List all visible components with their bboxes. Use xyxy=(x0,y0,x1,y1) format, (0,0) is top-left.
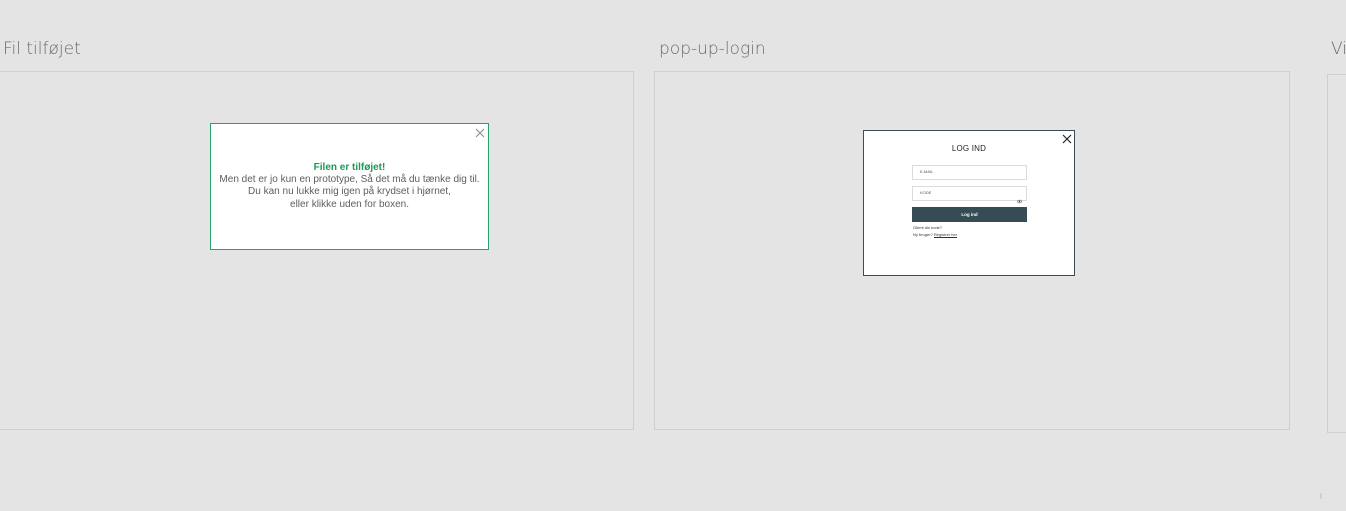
artboard-title-pop-up-login[interactable]: pop-up-login xyxy=(659,39,766,59)
forgot-password-link[interactable]: Glemt din kode? xyxy=(913,225,942,230)
eye-icon[interactable] xyxy=(1017,191,1022,204)
login-popup: LOG IND E-MAIL KODE Log ind Glemt din ko… xyxy=(863,130,1075,276)
popup-text-line: eller klikke uden for boxen. xyxy=(290,199,409,210)
popup-text-line: Du kan nu lukke mig igen på krydset i hj… xyxy=(248,186,451,197)
login-button[interactable]: Log ind xyxy=(912,207,1027,222)
register-link[interactable]: Registrer her xyxy=(934,232,957,237)
password-field[interactable]: KODE xyxy=(912,186,1027,204)
artboard-vi[interactable] xyxy=(1327,74,1346,433)
password-placeholder: KODE xyxy=(920,190,932,195)
email-field[interactable]: E-MAIL xyxy=(912,165,1027,180)
register-prefix: Ny bruger? xyxy=(913,232,933,237)
artboard-fil-tilfojet[interactable]: Filen er tilføjet! Men det er jo kun en … xyxy=(0,71,634,430)
artboard-pop-up-login[interactable]: LOG IND E-MAIL KODE Log ind Glemt din ko… xyxy=(654,71,1290,430)
login-title: LOG IND xyxy=(951,144,987,153)
file-added-popup: Filen er tilføjet! Men det er jo kun en … xyxy=(210,123,489,250)
popup-heading: Filen er tilføjet! xyxy=(313,162,386,173)
close-icon[interactable] xyxy=(1061,132,1073,144)
popup-text-line: Men det er jo kun en prototype, Så det m… xyxy=(219,174,480,185)
artboard-title-fil-tilfojet[interactable]: Fil tilføjet xyxy=(3,39,81,59)
canvas-marker xyxy=(1320,493,1322,499)
email-placeholder: E-MAIL xyxy=(920,169,934,174)
artboard-title-vi[interactable]: Vi xyxy=(1331,39,1346,59)
close-icon[interactable] xyxy=(474,126,486,138)
register-line: Ny bruger? Registrer her xyxy=(913,232,957,237)
